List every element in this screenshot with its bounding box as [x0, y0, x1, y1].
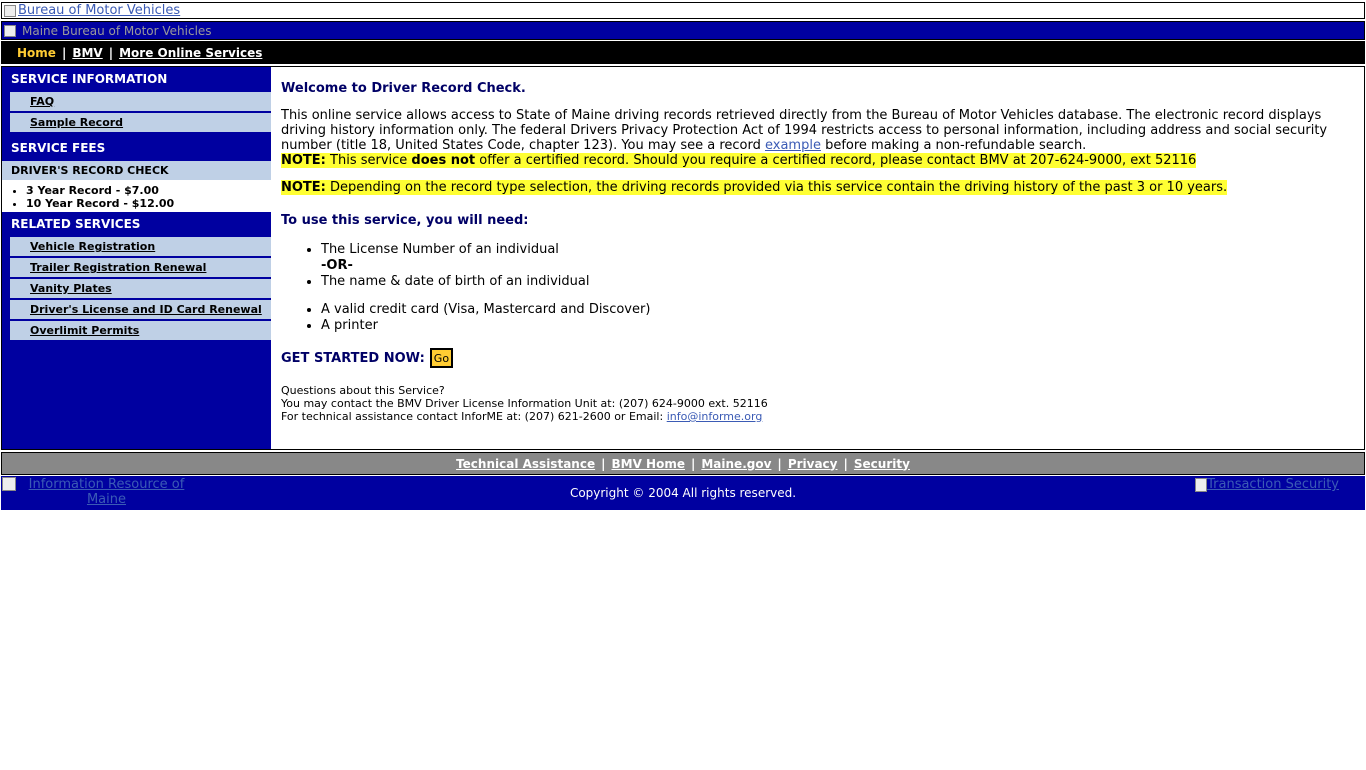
fees-list: 3 Year Record - $7.00 10 Year Record - $…: [10, 184, 263, 210]
note-label: NOTE:: [281, 153, 326, 168]
or-text: -OR-: [321, 258, 353, 273]
list-item: The License Number of an individual-OR-: [321, 242, 1354, 274]
related-services-heading: RELATED SERVICES: [11, 217, 141, 231]
fee-item: 3 Year Record - $7.00: [26, 184, 263, 197]
nav-bmv[interactable]: BMV: [72, 46, 102, 60]
footer-separator: |: [690, 456, 696, 471]
service-information-heading: SERVICE INFORMATION: [11, 72, 168, 86]
broken-image-icon: [1195, 477, 1208, 492]
overlimit-permits-link[interactable]: Overlimit Permits: [30, 324, 139, 337]
go-button[interactable]: Go: [429, 348, 454, 368]
license-renewal-link[interactable]: Driver's License and ID Card Renewal: [30, 303, 262, 316]
footer-separator: |: [843, 456, 848, 471]
sidebar-item-vanity-plates[interactable]: Vanity Plates: [10, 278, 271, 299]
questions: Questions about this Service? You may co…: [281, 384, 1354, 423]
main-area: SERVICE INFORMATION FAQ Sample Record SE…: [1, 66, 1365, 450]
copyright: Copyright © 2004 All rights reserved.: [569, 486, 797, 500]
broken-image-icon: [4, 4, 16, 17]
footer-separator: |: [601, 456, 606, 471]
list-item: A printer: [321, 318, 1354, 334]
footer-security[interactable]: Security: [854, 457, 910, 471]
get-started: GET STARTED NOW: Go: [281, 348, 1354, 368]
page: Bureau of Motor Vehicles Maine Bureau of…: [1, 2, 1365, 510]
email-link[interactable]: info@informe.org: [667, 410, 763, 423]
nav-home[interactable]: Home: [17, 46, 56, 60]
note-certified: NOTE: This service does not offer a cert…: [281, 153, 1354, 168]
sidebar-item-sample-record[interactable]: Sample Record: [10, 112, 271, 133]
fees-subheading: DRIVER'S RECORD CHECK: [2, 160, 271, 180]
sidebar-item-vehicle-registration[interactable]: Vehicle Registration: [10, 236, 271, 257]
nav-separator: |: [108, 45, 114, 60]
trailer-registration-link[interactable]: Trailer Registration Renewal: [30, 261, 206, 274]
content: Welcome to Driver Record Check. This onl…: [271, 67, 1364, 449]
fees-box: 3 Year Record - $7.00 10 Year Record - $…: [2, 180, 271, 212]
footer-bmv-home[interactable]: BMV Home: [611, 457, 684, 471]
footer-links: Technical Assistance | BMV Home | Maine.…: [1, 452, 1365, 475]
get-started-label: GET STARTED NOW:: [281, 350, 425, 366]
top-nav: Home | BMV | More Online Services: [1, 41, 1365, 64]
sidebar: SERVICE INFORMATION FAQ Sample Record SE…: [2, 67, 271, 449]
broken-image-icon: [4, 24, 16, 37]
sidebar-item-overlimit-permits[interactable]: Overlimit Permits: [10, 320, 271, 341]
questions-line: Questions about this Service?: [281, 384, 445, 397]
sidebar-item-trailer-registration[interactable]: Trailer Registration Renewal: [10, 257, 271, 278]
banner-image: Maine Bureau of Motor Vehicles: [4, 24, 212, 38]
intro-paragraph: This online service allows access to Sta…: [281, 108, 1354, 153]
sample-record-link[interactable]: Sample Record: [30, 116, 123, 129]
nav-separator: |: [61, 45, 67, 60]
note-history: NOTE: Depending on the record type selec…: [281, 180, 1354, 195]
banner-bar: Maine Bureau of Motor Vehicles: [1, 21, 1365, 40]
bmv-logo-alt[interactable]: Bureau of Motor Vehicles: [18, 3, 180, 18]
note-text: Depending on the record type selection, …: [325, 180, 1228, 195]
need-heading: To use this service, you will need:: [281, 213, 529, 228]
service-fees-heading: SERVICE FEES: [11, 141, 106, 155]
questions-text: For technical assistance contact InforME…: [281, 410, 667, 423]
sidebar-item-license-renewal[interactable]: Driver's License and ID Card Renewal: [10, 299, 271, 320]
logo-bar: Bureau of Motor Vehicles: [1, 2, 1365, 19]
footer-privacy[interactable]: Privacy: [788, 457, 838, 471]
footer-separator: |: [777, 456, 782, 471]
need-list-1: The License Number of an individual-OR- …: [281, 242, 1354, 290]
fee-item: 10 Year Record - $12.00: [26, 197, 263, 210]
footer-maine-gov[interactable]: Maine.gov: [701, 457, 771, 471]
transaction-security-alt[interactable]: Transaction Security: [1207, 477, 1339, 492]
faq-link[interactable]: FAQ: [30, 95, 54, 108]
banner-alt: Maine Bureau of Motor Vehicles: [22, 23, 212, 38]
questions-line: You may contact the BMV Driver License I…: [281, 397, 768, 410]
note-text: This service: [325, 153, 412, 168]
need-list-2: A valid credit card (Visa, Mastercard an…: [281, 302, 1354, 334]
note-label: NOTE:: [281, 180, 326, 195]
vanity-plates-link[interactable]: Vanity Plates: [30, 282, 112, 295]
sidebar-item-faq[interactable]: FAQ: [10, 91, 271, 112]
list-item: The name & date of birth of an individua…: [321, 274, 1354, 290]
footer-bottom: Information Resource of Maine Copyright …: [1, 476, 1365, 510]
intro-text-end: before making a non-refundable search.: [820, 138, 1087, 153]
footer-technical-assistance[interactable]: Technical Assistance: [456, 457, 595, 471]
need-item-text: The License Number of an individual: [321, 242, 559, 257]
note-text: offer a certified record. Should you req…: [475, 153, 1197, 168]
vehicle-registration-link[interactable]: Vehicle Registration: [30, 240, 155, 253]
bmv-logo-link[interactable]: Bureau of Motor Vehicles: [4, 3, 180, 18]
note-bold: does not: [411, 153, 476, 168]
questions-line: For technical assistance contact InforME…: [281, 410, 1354, 423]
transaction-security-link[interactable]: Transaction Security: [1195, 477, 1339, 492]
page-title: Welcome to Driver Record Check.: [281, 81, 526, 96]
nav-more-online-services[interactable]: More Online Services: [119, 46, 262, 60]
list-item: A valid credit card (Visa, Mastercard an…: [321, 302, 1354, 318]
example-link[interactable]: example: [765, 138, 821, 153]
